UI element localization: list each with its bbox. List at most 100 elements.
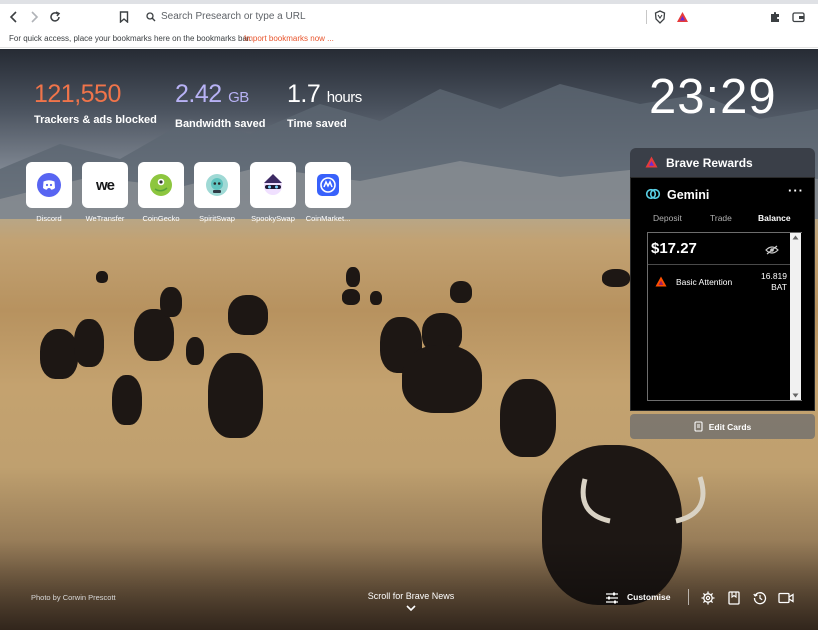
scroll-down-icon[interactable] — [792, 393, 799, 398]
bandwidth-unit: GB — [228, 89, 249, 106]
bison — [228, 295, 268, 335]
bookmark-button[interactable] — [114, 7, 134, 27]
balance-panel — [647, 232, 802, 401]
scroll-up-icon[interactable] — [792, 235, 799, 240]
stat-time: 1.7 hours Time saved — [287, 79, 362, 130]
gear-icon — [701, 591, 715, 605]
spiritswap-icon — [206, 174, 228, 196]
bison — [96, 271, 108, 283]
bison — [370, 291, 382, 305]
bandwidth-value: 2.42 — [175, 80, 222, 108]
top-site-wetransfer[interactable]: we WeTransfer — [75, 162, 135, 223]
asset-amount: 16.819 BAT — [749, 271, 787, 293]
hide-balance-icon[interactable] — [765, 245, 779, 255]
puzzle-icon — [771, 11, 779, 22]
coingecko-icon — [150, 174, 172, 196]
bandwidth-label: Bandwidth saved — [175, 118, 266, 130]
brave-rewards-title: Brave Rewards — [666, 156, 753, 170]
bison — [450, 281, 472, 303]
top-site-tile[interactable]: we — [82, 162, 128, 208]
bookmarks-button[interactable] — [726, 590, 742, 606]
top-site-spiritswap[interactable]: SpiritSwap — [187, 162, 247, 223]
bison — [160, 287, 182, 317]
sliders-icon — [606, 592, 618, 604]
brave-rewards-icon[interactable] — [676, 11, 689, 23]
bison — [74, 319, 104, 367]
customise-label[interactable]: Customise — [627, 592, 670, 602]
settings-button[interactable] — [700, 590, 716, 606]
search-icon — [146, 12, 156, 22]
history-button[interactable] — [752, 590, 768, 606]
time-unit: hours — [326, 89, 363, 106]
stat-trackers: 121,550 Trackers & ads blocked — [34, 79, 157, 126]
edit-cards-label: Edit Cards — [708, 421, 752, 432]
bat-icon — [655, 276, 667, 287]
trackers-label: Trackers & ads blocked — [34, 114, 157, 126]
forward-button[interactable] — [24, 7, 44, 27]
asset-name: Basic Attention — [676, 277, 733, 287]
time-value-row: 1.7 hours — [287, 79, 362, 113]
gemini-title: Gemini — [667, 188, 710, 202]
top-site-tile[interactable] — [26, 162, 72, 208]
reload-button[interactable] — [45, 7, 65, 27]
address-bar[interactable]: Search Presearch or type a URL — [138, 7, 695, 27]
top-site-label: CoinMarket... — [305, 214, 351, 223]
gemini-icon — [645, 188, 661, 200]
more-options-icon[interactable]: ··· — [788, 183, 804, 198]
balance-amount: $17.27 — [651, 240, 697, 257]
back-arrow-icon — [9, 11, 17, 23]
tab-deposit[interactable]: Deposit — [653, 213, 682, 223]
top-site-label: WeTransfer — [85, 214, 125, 223]
trackers-count: 121,550 — [34, 80, 121, 108]
top-site-tile[interactable] — [250, 162, 296, 208]
bottom-shade — [0, 540, 818, 630]
import-bookmarks-link[interactable]: Import bookmarks now ... — [244, 34, 334, 43]
top-site-coinmarketcap[interactable]: CoinMarket... — [298, 162, 358, 223]
time-value: 1.7 — [287, 80, 321, 108]
bison — [112, 375, 142, 425]
back-button[interactable] — [4, 7, 24, 27]
top-site-label: SpiritSwap — [199, 214, 235, 223]
bison — [346, 267, 360, 287]
asset-amount-value: 16.819 — [761, 271, 787, 281]
brave-news-prompt[interactable]: Scroll for Brave News — [352, 591, 470, 614]
bison — [208, 353, 263, 438]
tab-trade[interactable]: Trade — [710, 213, 732, 223]
bison — [186, 337, 204, 365]
clock: 23:29 — [649, 70, 777, 124]
top-site-discord[interactable]: Discord — [19, 162, 79, 223]
video-camera-icon — [778, 592, 794, 604]
tab-balance[interactable]: Balance — [758, 213, 791, 223]
spookyswap-icon — [264, 174, 282, 195]
address-bar-divider — [646, 10, 647, 24]
top-site-spookyswap[interactable]: SpookySwap — [243, 162, 303, 223]
history-icon — [753, 592, 767, 605]
brave-talk-button[interactable] — [778, 590, 794, 606]
brave-rewards-header[interactable]: Brave Rewards — [630, 148, 815, 177]
bookmarks-bar: For quick access, place your bookmarks h… — [0, 30, 818, 48]
top-site-tile[interactable] — [305, 162, 351, 208]
brave-news-label: Scroll for Brave News — [367, 591, 455, 601]
brave-rewards-icon — [645, 156, 658, 168]
photo-credit[interactable]: Photo by Corwin Prescott — [31, 593, 116, 602]
top-site-tile[interactable] — [194, 162, 240, 208]
edit-cards-button[interactable]: Edit Cards — [630, 414, 815, 439]
chevron-down-icon — [406, 605, 416, 612]
footer-divider — [688, 589, 689, 605]
balance-scrollbar[interactable] — [790, 233, 801, 400]
bison-horns — [580, 476, 706, 524]
brave-shields-icon[interactable] — [654, 10, 666, 24]
top-site-tile[interactable] — [138, 162, 184, 208]
balance-divider — [648, 264, 790, 265]
customise-button[interactable] — [604, 590, 620, 606]
top-site-coingecko[interactable]: CoinGecko — [131, 162, 191, 223]
new-tab-page: 121,550 Trackers & ads blocked 2.42 GB B… — [0, 49, 818, 630]
time-label: Time saved — [287, 118, 347, 130]
bison — [342, 289, 360, 305]
top-site-label: CoinGecko — [142, 214, 180, 223]
bison — [602, 269, 630, 287]
stat-bandwidth: 2.42 GB Bandwidth saved — [175, 79, 265, 130]
wallet-button[interactable] — [788, 7, 808, 27]
discord-icon — [37, 173, 61, 197]
extensions-button[interactable] — [765, 7, 785, 27]
